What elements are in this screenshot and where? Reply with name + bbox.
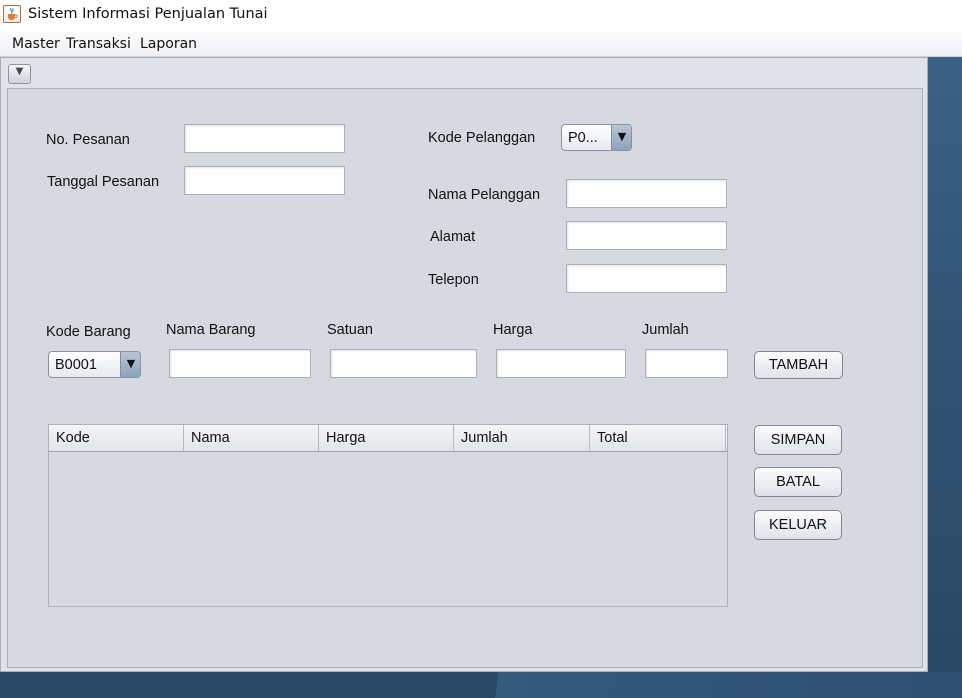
harga-input[interactable]: [497, 350, 625, 377]
column-header-total[interactable]: Total: [590, 425, 726, 451]
menu-laporan[interactable]: Laporan: [140, 36, 197, 52]
nama-pelanggan-field[interactable]: [566, 179, 727, 208]
alamat-input[interactable]: [567, 222, 726, 249]
nama-barang-label: Nama Barang: [166, 322, 256, 338]
combo-arrow-button[interactable]: ▼: [611, 125, 631, 150]
column-header-kode[interactable]: Kode: [49, 425, 184, 451]
nama-barang-field[interactable]: [169, 349, 311, 378]
table-header: Kode Nama Harga Jumlah Total: [49, 425, 727, 452]
java-cup-icon: [3, 5, 21, 23]
nama-pelanggan-input[interactable]: [567, 180, 726, 207]
column-header-label: Kode: [56, 430, 90, 446]
internal-frame: ▼ No. Pesanan Tanggal Pesanan Kode Pelan…: [0, 57, 928, 672]
jumlah-field[interactable]: [645, 349, 728, 378]
nama-pelanggan-label: Nama Pelanggan: [428, 187, 541, 203]
column-header-label: Total: [597, 430, 628, 446]
jumlah-label: Jumlah: [642, 322, 689, 338]
internal-frame-menu-button[interactable]: ▼: [8, 64, 31, 84]
kode-barang-selected: B0001: [55, 357, 97, 373]
chevron-down-icon: ▼: [617, 130, 627, 143]
window-title: Sistem Informasi Penjualan Tunai: [28, 6, 268, 22]
tanggal-pesanan-field[interactable]: [184, 166, 345, 195]
tanggal-pesanan-input[interactable]: [185, 167, 344, 194]
menu-master[interactable]: Master: [12, 36, 60, 52]
batal-button[interactable]: BATAL: [754, 467, 842, 497]
no-pesanan-field[interactable]: [184, 124, 345, 153]
telepon-label: Telepon: [428, 272, 479, 288]
jumlah-input[interactable]: [646, 350, 727, 377]
tambah-button[interactable]: TAMBAH: [754, 351, 843, 379]
simpan-button[interactable]: SIMPAN: [754, 425, 842, 455]
harga-label: Harga: [493, 322, 533, 338]
chevron-down-icon: ▼: [126, 357, 136, 370]
telepon-input[interactable]: [567, 265, 726, 292]
chevron-down-icon: ▼: [15, 66, 24, 77]
menubar: Master Transaksi Laporan: [0, 31, 962, 57]
harga-field[interactable]: [496, 349, 626, 378]
menu-transaksi[interactable]: Transaksi: [66, 36, 131, 52]
nama-barang-input[interactable]: [170, 350, 310, 377]
alamat-label: Alamat: [430, 229, 476, 245]
no-pesanan-label: No. Pesanan: [46, 132, 130, 148]
kode-pelanggan-selected: P0...: [568, 130, 598, 146]
window-titlebar: Sistem Informasi Penjualan Tunai: [0, 0, 962, 31]
desktop-wallpaper-sweep: [495, 672, 962, 698]
column-header-harga[interactable]: Harga: [319, 425, 454, 451]
keluar-button[interactable]: KELUAR: [754, 510, 842, 540]
items-table[interactable]: Kode Nama Harga Jumlah Total: [48, 424, 728, 607]
column-header-label: Harga: [326, 430, 366, 446]
column-header-label: Jumlah: [461, 430, 508, 446]
transaction-form-panel: No. Pesanan Tanggal Pesanan Kode Pelangg…: [7, 88, 923, 668]
alamat-field[interactable]: [566, 221, 727, 250]
combo-arrow-button[interactable]: ▼: [120, 352, 140, 377]
no-pesanan-input[interactable]: [185, 125, 344, 152]
kode-barang-label: Kode Barang: [46, 324, 131, 340]
tanggal-pesanan-label: Tanggal Pesanan: [47, 174, 160, 190]
satuan-field[interactable]: [330, 349, 477, 378]
column-header-jumlah[interactable]: Jumlah: [454, 425, 590, 451]
kode-pelanggan-label: Kode Pelanggan: [428, 130, 536, 146]
telepon-field[interactable]: [566, 264, 727, 293]
column-header-nama[interactable]: Nama: [184, 425, 319, 451]
kode-pelanggan-combo[interactable]: P0... ▼: [561, 124, 632, 151]
kode-barang-combo[interactable]: B0001 ▼: [48, 351, 141, 378]
satuan-label: Satuan: [327, 322, 373, 338]
satuan-input[interactable]: [331, 350, 476, 377]
column-header-label: Nama: [191, 430, 230, 446]
